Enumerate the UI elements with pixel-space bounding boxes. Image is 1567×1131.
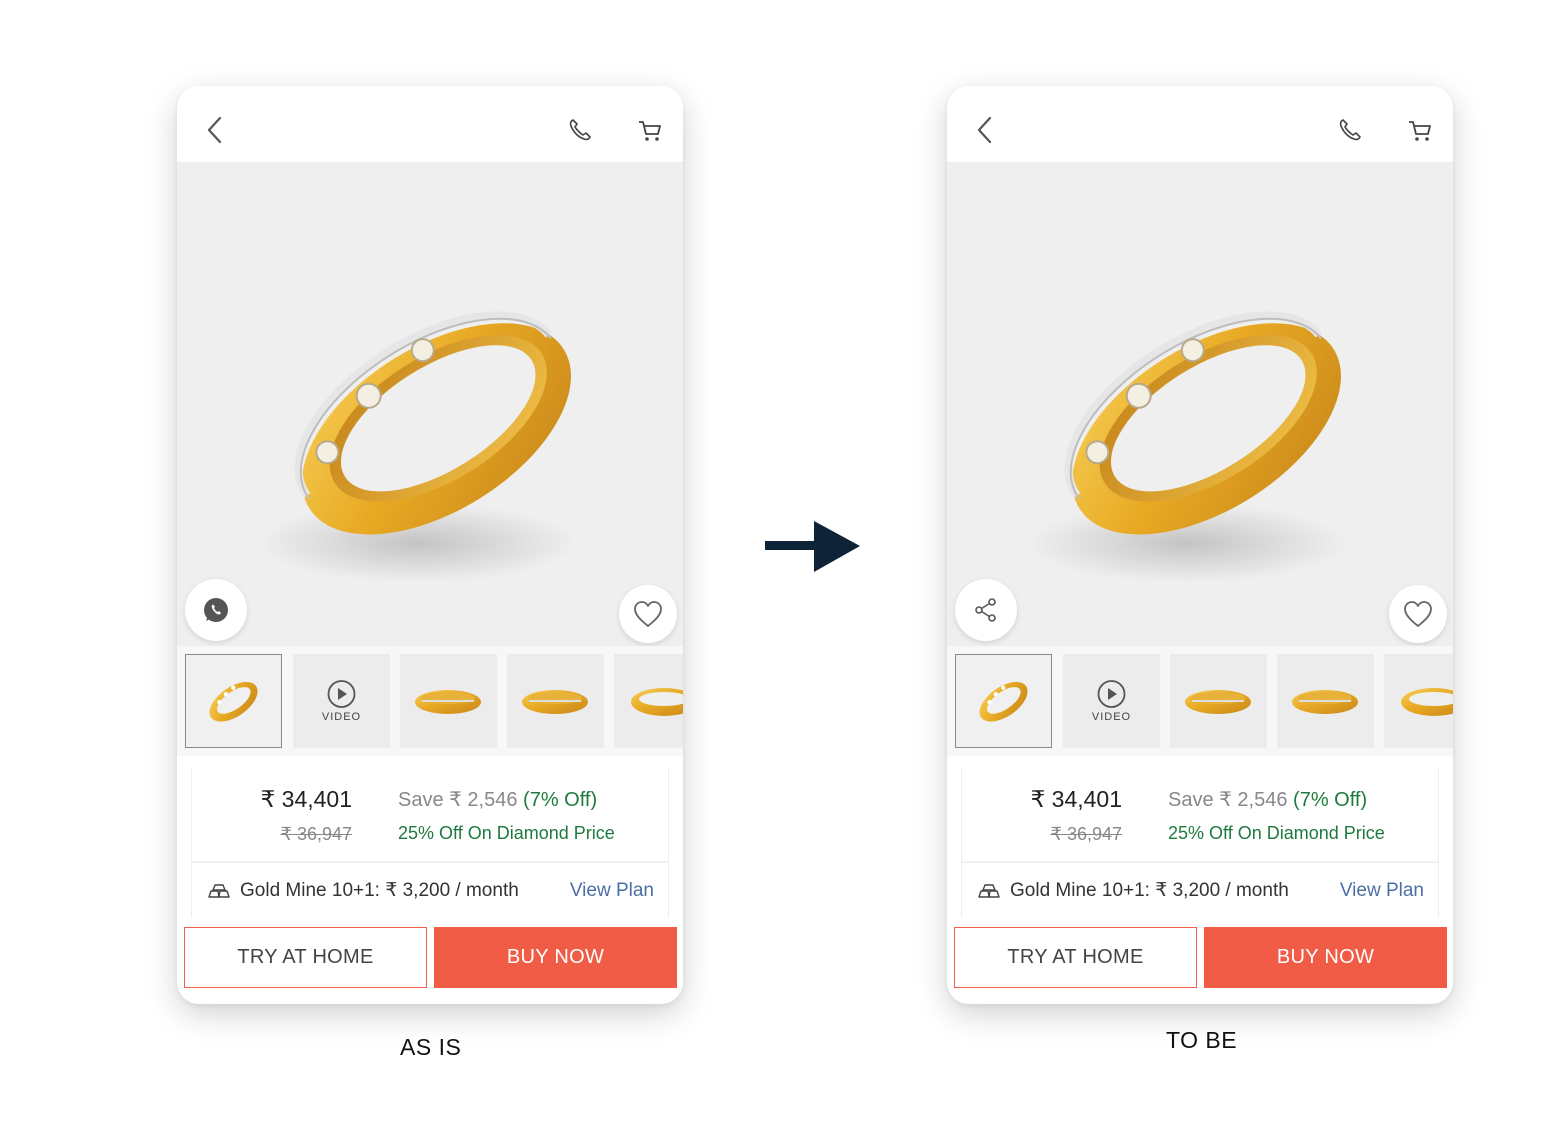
thumbnail-1[interactable] <box>955 654 1052 748</box>
thumbnail-4[interactable] <box>507 654 604 748</box>
divider <box>192 861 668 863</box>
price-card: ₹ 34,401 ₹ 36,947 Save ₹ 2,546 (7% Off) … <box>961 768 1439 918</box>
save-amount: Save ₹ 2,546 <box>398 789 518 811</box>
gold-bars-icon <box>208 883 230 898</box>
thumbnail-3[interactable] <box>400 654 497 748</box>
gold-mine-plan: Gold Mine 10+1: ₹ 3,200 / month <box>978 879 1289 902</box>
video-label: VIDEO <box>321 711 362 723</box>
wishlist-button[interactable] <box>1389 585 1447 643</box>
thumbnail-4[interactable] <box>1277 654 1374 748</box>
arrow-right-icon <box>765 521 860 572</box>
phone-call-icon[interactable] <box>567 117 593 143</box>
try-at-home-button[interactable]: TRY AT HOME <box>954 927 1197 988</box>
share-button[interactable] <box>955 579 1017 641</box>
phone-call-icon[interactable] <box>1337 117 1363 143</box>
current-price: ₹ 34,401 <box>260 786 352 812</box>
price-card: ₹ 34,401 ₹ 36,947 Save ₹ 2,546 (7% Off) … <box>191 768 669 918</box>
savings-text: Save ₹ 2,546 (7% Off) <box>398 787 597 812</box>
thumbnail-video[interactable]: VIDEO <box>1063 654 1160 748</box>
gold-ring-image <box>1027 311 1347 583</box>
thumbnail-strip: VIDEO <box>177 646 683 756</box>
original-price: ₹ 36,947 <box>280 824 352 844</box>
cart-icon[interactable] <box>637 118 663 144</box>
thumbnail-5[interactable] <box>1384 654 1453 748</box>
buy-now-button[interactable]: BUY NOW <box>434 927 677 988</box>
gold-ring-image <box>257 311 577 583</box>
divider <box>962 861 1438 863</box>
phone-screen-to-be: VIDEO ₹ 34,401 ₹ 36,947 Save ₹ 2,546 (7%… <box>947 86 1453 1004</box>
thumbnail-video[interactable]: VIDEO <box>293 654 390 748</box>
play-icon <box>327 680 356 708</box>
whatsapp-icon <box>204 598 228 622</box>
share-icon <box>975 598 996 622</box>
caption-to-be: TO BE <box>1166 1027 1238 1053</box>
diamond-offer: 25% Off On Diamond Price <box>398 823 615 843</box>
phone-screen-as-is: VIDEO ₹ 34,401 ₹ 36,947 Save ₹ 2,546 (7%… <box>177 86 683 1004</box>
discount-percent: (7% Off) <box>523 789 598 811</box>
thumbnail-1[interactable] <box>185 654 282 748</box>
top-bar <box>947 86 1453 163</box>
wishlist-button[interactable] <box>619 585 677 643</box>
buy-now-button[interactable]: BUY NOW <box>1204 927 1447 988</box>
play-icon <box>1097 680 1126 708</box>
save-amount: Save ₹ 2,546 <box>1168 789 1288 811</box>
savings-text: Save ₹ 2,546 (7% Off) <box>1168 787 1367 812</box>
back-arrow-icon[interactable] <box>203 114 227 146</box>
thumbnail-3[interactable] <box>1170 654 1267 748</box>
view-plan-link[interactable]: View Plan <box>570 880 654 902</box>
heart-icon <box>634 601 662 627</box>
gold-mine-text: Gold Mine 10+1: ₹ 3,200 / month <box>1010 880 1289 901</box>
thumbnail-5[interactable] <box>614 654 683 748</box>
heart-icon <box>1404 601 1432 627</box>
back-arrow-icon[interactable] <box>973 114 997 146</box>
gold-mine-text: Gold Mine 10+1: ₹ 3,200 / month <box>240 880 519 901</box>
top-bar <box>177 86 683 163</box>
current-price: ₹ 34,401 <box>1030 786 1122 812</box>
view-plan-link[interactable]: View Plan <box>1340 880 1424 902</box>
product-image[interactable] <box>177 163 683 646</box>
diamond-offer: 25% Off On Diamond Price <box>1168 823 1385 843</box>
thumbnail-strip: VIDEO <box>947 646 1453 756</box>
gold-mine-plan: Gold Mine 10+1: ₹ 3,200 / month <box>208 879 519 902</box>
caption-as-is: AS IS <box>400 1034 462 1060</box>
try-at-home-button[interactable]: TRY AT HOME <box>184 927 427 988</box>
discount-percent: (7% Off) <box>1293 789 1368 811</box>
original-price: ₹ 36,947 <box>1050 824 1122 844</box>
gold-bars-icon <box>978 883 1000 898</box>
product-image[interactable] <box>947 163 1453 646</box>
video-label: VIDEO <box>1091 711 1132 723</box>
cart-icon[interactable] <box>1407 118 1433 144</box>
whatsapp-button[interactable] <box>185 579 247 641</box>
